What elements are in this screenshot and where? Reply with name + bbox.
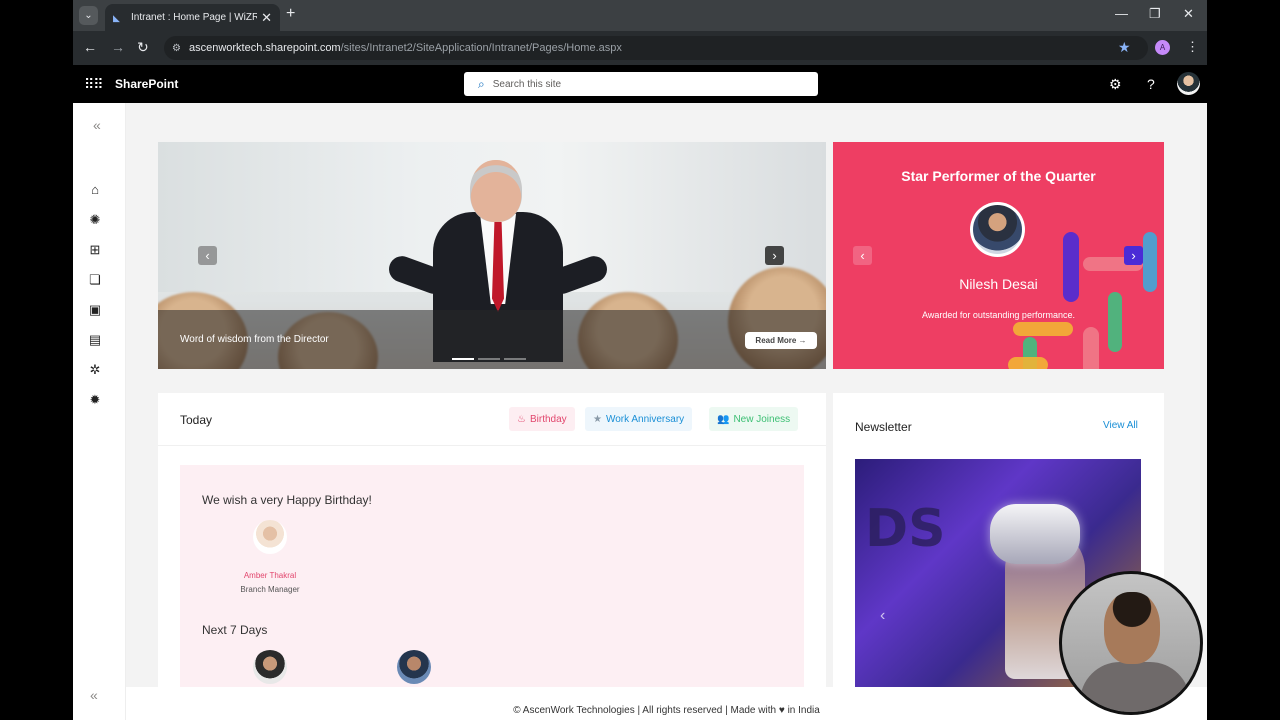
left-navigation-rail: « ⌂ ✺ ⊞ ❏ ▣ ▤ ✲ ✹ « — [73, 103, 126, 720]
newsletter-prev-icon[interactable]: ‹ — [880, 607, 885, 625]
star-performer-title: Star Performer of the Quarter — [901, 168, 1096, 184]
birthday-person-role: Branch Manager — [240, 585, 300, 594]
forward-icon[interactable]: → — [111, 39, 125, 55]
hero-carousel[interactable]: Word of wisdom from the Director Read Mo… — [158, 142, 826, 369]
org-chart-icon[interactable]: ⊞ — [87, 242, 103, 258]
app-launcher-icon[interactable]: ⠿⠿ — [84, 76, 103, 93]
star-performer-description: Awarded for outstanding performance. — [922, 310, 1075, 320]
collapse-bottom-icon[interactable]: « — [90, 687, 98, 703]
url-host: ascenworktech.sharepoint.com — [188, 42, 341, 54]
read-more-label: Read More — [755, 336, 797, 345]
minimize-icon[interactable]: — — [1115, 6, 1128, 21]
read-more-button[interactable]: Read More → — [745, 332, 817, 349]
webcam-overlay — [1059, 571, 1203, 715]
presentation-icon[interactable]: ▤ — [87, 332, 103, 348]
url-path: /sites/Intranet2/SiteApplication/Intrane… — [340, 42, 622, 54]
help-icon[interactable]: ? — [1147, 76, 1155, 92]
tab-new-joiners-label: New Joiness — [733, 413, 791, 425]
directory-icon[interactable]: ▣ — [87, 302, 103, 318]
tab-birthday-label: Birthday — [529, 413, 567, 425]
star-prev-icon[interactable]: ‹ — [853, 246, 872, 265]
tab-new-joiners[interactable]: 👥 New Joiness — [709, 407, 799, 431]
site-search-box[interactable]: ⌕ Search this site — [464, 72, 818, 96]
cake-icon: ♨ — [517, 413, 526, 425]
bookmark-star-icon[interactable]: ★ — [1118, 39, 1131, 56]
hero-caption: Word of wisdom from the Director — [180, 334, 329, 345]
search-placeholder: Search this site — [492, 78, 562, 90]
today-title: Today — [180, 413, 213, 427]
background-sign: DS — [865, 499, 946, 559]
tab-work-anniversary[interactable]: ★ Work Anniversary — [585, 407, 693, 431]
divider — [158, 445, 826, 446]
tab-title: Intranet : Home Page | WiZRR 3 — [131, 12, 258, 23]
heart-icon: ♥ — [778, 705, 785, 716]
sharepoint-favicon-icon: ◣ — [113, 12, 120, 23]
user-avatar[interactable] — [1177, 72, 1200, 95]
collapse-nav-icon[interactable]: « — [93, 117, 101, 133]
star-performer-name: Nilesh Desai — [959, 276, 1038, 292]
footer-text: © AscenWork Technologies | All rights re… — [513, 696, 820, 716]
close-window-icon[interactable]: ✕ — [1183, 6, 1194, 22]
footer-prefix: © AscenWork Technologies | All rights re… — [513, 705, 777, 716]
page-content: Word of wisdom from the Director Read Mo… — [126, 103, 1207, 720]
url-field[interactable]: ⚙ ascenworktech.sharepoint.com /sites/In… — [164, 36, 1148, 60]
restore-icon[interactable]: ❐ — [1149, 6, 1161, 22]
upcoming-avatar[interactable] — [253, 650, 287, 684]
hero-next-icon[interactable]: › — [765, 246, 784, 265]
site-info-icon[interactable]: ⚙ — [172, 43, 181, 54]
tab-search-button[interactable]: ⌄ — [79, 6, 98, 25]
next-days-heading: Next 7 Days — [202, 623, 268, 637]
tab-bar: ⌄ ◣ Intranet : Home Page | WiZRR 3 ✕ + —… — [73, 0, 1207, 31]
birthday-panel: We wish a very Happy Birthday! Amber Tha… — [180, 465, 804, 720]
carousel-dot[interactable] — [478, 358, 500, 360]
address-bar-row: ← → ↻ ⚙ ascenworktech.sharepoint.com /si… — [73, 31, 1207, 65]
newsletter-title: Newsletter — [855, 420, 912, 434]
view-all-link[interactable]: View All — [1103, 420, 1138, 431]
vr-headset — [990, 504, 1080, 564]
star-icon: ★ — [593, 413, 602, 425]
settings-icon[interactable]: ✹ — [87, 392, 103, 408]
new-tab-button[interactable]: + — [286, 5, 295, 23]
browser-window: ⌄ ◣ Intranet : Home Page | WiZRR 3 ✕ + —… — [73, 0, 1207, 720]
reload-icon[interactable]: ↻ — [137, 39, 149, 56]
carousel-dot[interactable] — [504, 358, 526, 360]
browser-menu-icon[interactable]: ⋮ — [1186, 39, 1199, 55]
birthday-avatar[interactable] — [253, 520, 287, 554]
home-icon[interactable]: ⌂ — [87, 182, 103, 198]
star-performer-card: Star Performer of the Quarter Nilesh Des… — [833, 142, 1164, 369]
back-icon[interactable]: ← — [83, 39, 97, 55]
footer-suffix: in India — [787, 705, 820, 716]
today-panel: Today ♨ Birthday ★ Work Anniversary 👥 Ne… — [158, 393, 826, 720]
search-icon: ⌕ — [478, 76, 485, 91]
documents-icon[interactable]: ❏ — [87, 272, 103, 288]
tab-birthday[interactable]: ♨ Birthday — [509, 407, 575, 431]
gear-person-icon[interactable]: ✲ — [87, 362, 103, 378]
people-icon: 👥 — [717, 413, 730, 425]
upcoming-avatar[interactable] — [397, 650, 431, 684]
star-performer-avatar — [970, 202, 1025, 257]
hero-prev-icon[interactable]: ‹ — [198, 246, 217, 265]
tab-work-anniversary-label: Work Anniversary — [605, 413, 685, 425]
star-next-icon[interactable]: › — [1124, 246, 1143, 265]
browser-tab[interactable]: ◣ Intranet : Home Page | WiZRR 3 ✕ — [105, 4, 280, 31]
profile-avatar[interactable]: A — [1155, 40, 1170, 55]
carousel-indicators — [452, 358, 526, 360]
carousel-dot[interactable] — [452, 358, 474, 360]
network-icon[interactable]: ✺ — [87, 212, 103, 228]
app-name[interactable]: SharePoint — [115, 77, 178, 91]
wish-heading: We wish a very Happy Birthday! — [202, 493, 372, 507]
settings-gear-icon[interactable]: ⚙ — [1109, 76, 1122, 93]
footer: © AscenWork Technologies | All rights re… — [126, 687, 1207, 720]
birthday-person-name[interactable]: Amber Thakral — [220, 571, 320, 580]
close-tab-icon[interactable]: ✕ — [261, 10, 272, 26]
sharepoint-suite-bar: ⠿⠿ SharePoint ⌕ Search this site ⚙ ? — [73, 65, 1207, 103]
